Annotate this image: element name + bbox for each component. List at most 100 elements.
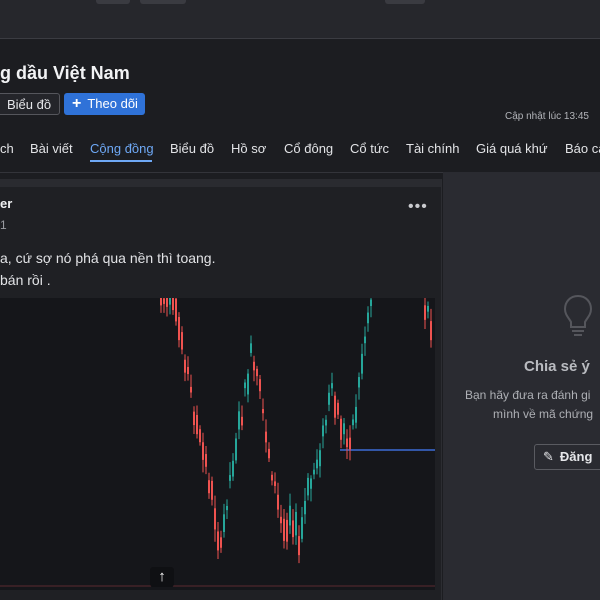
tab-reports[interactable]: Báo cá: [565, 141, 600, 156]
tab-chart[interactable]: Biểu đồ: [170, 141, 214, 156]
candle-body: [328, 392, 330, 405]
candle-body: [286, 519, 288, 542]
chart-button[interactable]: Biểu đồ: [0, 93, 61, 115]
candle-body: [319, 450, 321, 467]
candle-body: [364, 336, 366, 344]
candle-body: [169, 298, 171, 305]
tab-shareholders[interactable]: Cổ đông: [284, 141, 333, 156]
candle-body: [367, 312, 369, 324]
share-panel: [443, 172, 600, 600]
candle-body: [427, 305, 429, 312]
candle-body: [352, 419, 354, 426]
post-author[interactable]: er: [0, 196, 12, 211]
candle-body: [313, 469, 315, 475]
candle-body: [301, 517, 303, 539]
candle-body: [331, 383, 333, 389]
tab-dividends[interactable]: Cổ tức: [350, 141, 389, 156]
candle-body: [283, 518, 285, 541]
updated-time: Cập nhật lúc 13:45: [505, 111, 589, 122]
candle-body: [265, 431, 267, 443]
post-button[interactable]: ✎ Đăng: [534, 444, 600, 470]
candle-body: [160, 298, 162, 306]
candle-body: [190, 386, 192, 393]
candle-body: [334, 395, 336, 418]
candle-body: [196, 414, 198, 435]
candle-body: [220, 537, 222, 548]
candle-body: [211, 480, 213, 500]
candlestick-chart-image[interactable]: [0, 298, 435, 590]
candle-body: [370, 299, 372, 307]
post-text-line-2: bán rồi .: [0, 272, 51, 288]
lightbulb-icon: [563, 294, 593, 336]
tab-finance[interactable]: Tài chính: [406, 141, 459, 156]
candle-body: [259, 379, 261, 392]
candle-body: [241, 416, 243, 426]
candle-body: [304, 500, 306, 515]
active-tab-indicator: [90, 160, 152, 162]
candle-body: [247, 373, 249, 395]
tab-partial[interactable]: ch: [0, 141, 14, 156]
pencil-icon: ✎: [543, 449, 554, 464]
candle-body: [193, 411, 195, 426]
candle-body: [235, 438, 237, 461]
candle-body: [307, 477, 309, 496]
candle-body: [199, 429, 201, 443]
candle-body: [349, 437, 351, 450]
candle-body: [430, 321, 432, 341]
candle-body: [229, 475, 231, 481]
candle-body: [202, 442, 204, 460]
post-button-label: Đăng: [559, 449, 593, 464]
top-bar-decoration: [96, 0, 130, 4]
arrow-up-icon[interactable]: ↑: [150, 567, 174, 587]
candle-body: [343, 423, 345, 435]
candle-body: [178, 317, 180, 341]
candle-body: [166, 298, 168, 307]
candle-body: [208, 480, 210, 494]
tab-community[interactable]: Cộng đồng: [90, 141, 154, 156]
candle-body: [226, 505, 228, 511]
candle-body: [256, 368, 258, 377]
share-description-line-1: Bạn hãy đưa ra đánh gi: [465, 388, 591, 402]
candle-body: [298, 536, 300, 556]
candle-body: [289, 505, 291, 526]
candle-body: [358, 377, 360, 388]
candle-body: [325, 419, 327, 426]
page-title: g dầu Việt Nam: [0, 63, 130, 83]
top-bar: [0, 0, 600, 39]
tab-price-history[interactable]: Giá quá khứ: [476, 141, 548, 156]
candle-body: [262, 409, 264, 414]
candle-body: [277, 494, 279, 510]
candle-body: [187, 366, 189, 375]
share-title: Chia sẻ ý: [524, 358, 590, 375]
more-icon[interactable]: •••: [408, 198, 428, 216]
post-top-strip: [0, 179, 441, 187]
candle-body: [214, 508, 216, 530]
candle-body: [217, 531, 219, 551]
candle-body: [346, 438, 348, 448]
post-text-line-1: a, cứ sợ nó phá qua nền thì toang.: [0, 250, 216, 266]
top-bar-decoration: [385, 0, 425, 4]
candle-body: [268, 448, 270, 459]
candle-body: [337, 402, 339, 415]
candle-body: [280, 516, 282, 524]
candle-body: [340, 418, 342, 440]
candle-body: [244, 382, 246, 389]
candle-body: [163, 298, 165, 304]
tab-posts[interactable]: Bài viết: [30, 141, 73, 156]
share-description-line-2: mình về mã chứng: [493, 407, 594, 421]
top-bar-decoration: [140, 0, 186, 4]
post-date: 1: [0, 218, 7, 232]
tab-profile[interactable]: Hồ sơ: [231, 141, 266, 156]
candle-body: [316, 459, 318, 469]
candle-body: [205, 454, 207, 467]
candle-body: [250, 343, 252, 353]
candle-body: [355, 406, 357, 423]
follow-button-label: Theo dõi: [87, 96, 138, 111]
candle-body: [292, 520, 294, 538]
candle-body: [175, 298, 177, 322]
candle-body: [295, 511, 297, 536]
candle-body: [184, 359, 186, 373]
candle-body: [172, 298, 174, 311]
candle-body: [424, 305, 426, 320]
follow-button[interactable]: + Theo dõi: [64, 93, 145, 115]
